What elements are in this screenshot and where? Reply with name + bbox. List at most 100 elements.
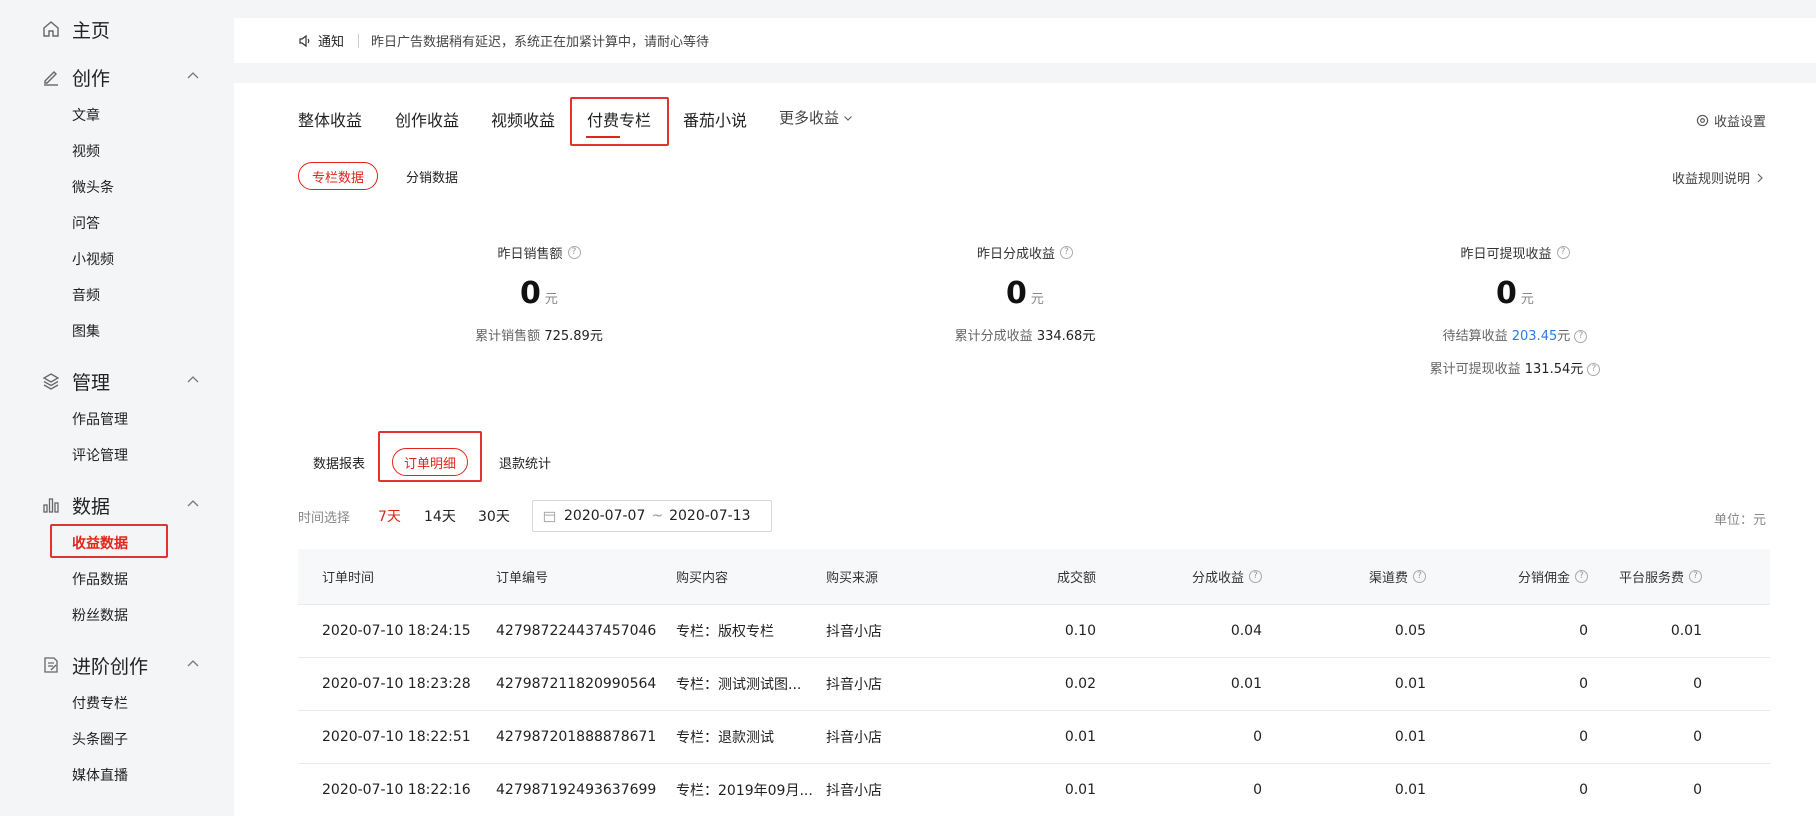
sidebar-item-short-video[interactable]: 小视频 [72,247,114,271]
tab-paid-column[interactable]: 付费专栏 [587,107,651,131]
col-header-source: 购买来源 [826,571,879,586]
stat-share-value-row: 0元 [865,276,1185,311]
main-panel: 整体收益 创作收益 视频收益 付费专栏 番茄小说 更多收益 收益设置 专栏数据 … [234,83,1816,816]
revenue-settings-link[interactable]: 收益设置 [1696,111,1766,130]
nav-group-data[interactable]: 数据 [40,490,200,520]
sidebar-item-media-live[interactable]: 媒体直播 [72,763,128,787]
chevron-up-icon[interactable] [186,496,200,515]
subtab-column-data[interactable]: 专栏数据 [298,162,378,190]
nav-home[interactable]: 主页 [40,14,200,44]
col-header-split: 分成收益? [1096,567,1262,586]
tab-video-revenue[interactable]: 视频收益 [491,107,555,131]
col-header-distribution-commission: 分销佣金? [1426,567,1588,586]
tab-overall-revenue[interactable]: 整体收益 [298,107,362,131]
unit-text: 单位：元 [1714,513,1767,528]
chevron-up-icon[interactable] [186,656,200,675]
cell-channel-fee: 0.01 [1394,729,1426,745]
cell-channel-fee: 0.01 [1394,676,1426,692]
cell-amount: 0.10 [1064,623,1096,639]
stat-sales-value: 0 [520,276,541,311]
range-7-days[interactable]: 7天 [378,506,401,526]
stat-share-label-row: 昨日分成收益 ? [977,243,1073,262]
cell-split: 0.04 [1230,623,1262,639]
date-start: 2020-07-07 [564,508,646,524]
calendar-icon [543,510,556,523]
help-icon[interactable]: ? [1556,246,1570,259]
sidebar-item-toutiao-circle[interactable]: 头条圈子 [72,727,128,751]
stat-withdraw-value-row: 0元 [1355,276,1675,311]
revenue-settings-label: 收益设置 [1714,115,1767,130]
stat-withdraw-pending-value[interactable]: 203.45 [1512,329,1558,344]
chevron-up-icon[interactable] [186,372,200,391]
help-icon[interactable]: ? [1060,246,1073,259]
stat-share-unit: 元 [1030,292,1044,307]
stat-withdraw-value: 0 [1496,276,1517,311]
nav-group-manage[interactable]: 管理 [40,366,200,396]
sidebar-item-audio[interactable]: 音频 [72,283,100,307]
nav-group-advanced-label: 进阶创作 [72,655,149,678]
sidebar-item-qa[interactable]: 问答 [72,211,100,235]
range-14-days[interactable]: 14天 [424,506,456,526]
cell-distribution: 0 [1579,729,1588,745]
sidebar-item-article[interactable]: 文章 [72,103,100,127]
cell-source: 抖音小店 [826,730,882,746]
help-icon[interactable]: ? [1249,570,1262,583]
cell-amount: 0.02 [1064,676,1096,692]
sidebar-item-micro-post[interactable]: 微头条 [72,175,114,199]
stat-withdraw-unit: 元 [1520,292,1534,307]
tab-more-revenue-label: 更多收益 [779,109,840,127]
subtab-distribution-data[interactable]: 分销数据 [392,162,472,190]
tab-tomato-novel[interactable]: 番茄小说 [683,107,747,131]
report-tab-order-detail[interactable]: 订单明细 [392,448,468,476]
tab-active-underline [586,136,620,138]
help-icon[interactable]: ? [1689,570,1702,583]
help-icon[interactable]: ? [1574,330,1588,343]
speaker-icon [298,34,312,48]
help-icon[interactable]: ? [1575,570,1588,583]
notice-text: 昨日广告数据稍有延迟，系统正在加紧计算中，请耐心等待 [371,35,710,50]
date-range-picker[interactable]: 2020-07-07 ~ 2020-07-13 [532,500,772,532]
cell-split: 0 [1253,782,1262,798]
stat-withdraw-total: 累计可提现收益 131.54元 ? [1355,358,1675,377]
tab-more-revenue[interactable]: 更多收益 [779,107,853,128]
nav-group-advanced[interactable]: 进阶创作 [40,650,200,680]
sidebar: 主页 创作 文章 视频 微头条 问答 小视频 音频 图集 管理 作品管理 评论管… [0,0,234,816]
tab-creation-revenue[interactable]: 创作收益 [395,107,459,131]
sidebar-item-works-data[interactable]: 作品数据 [72,567,128,591]
cell-order-no: 427987211820990564 [496,676,657,692]
cell-order-no: 427987224437457046 [496,623,657,639]
sidebar-item-video[interactable]: 视频 [72,139,100,163]
report-tab-refund-stats[interactable]: 退款统计 [490,448,560,476]
col-header-channel-fee: 渠道费? [1262,567,1426,586]
sidebar-item-gallery[interactable]: 图集 [72,319,100,343]
nav-group-create-label: 创作 [72,67,111,90]
help-icon[interactable]: ? [1413,570,1426,583]
range-30-days[interactable]: 30天 [478,506,510,526]
sidebar-item-paid-column[interactable]: 付费专栏 [72,691,128,715]
pencil-icon [40,66,62,88]
nav-group-create[interactable]: 创作 [40,62,200,92]
nav-home-label: 主页 [72,19,111,42]
cell-content: 专栏：2019年09月... [676,783,813,799]
chevron-up-icon[interactable] [186,68,200,87]
stat-share-sub-label: 累计分成收益 [954,329,1033,344]
sidebar-item-fans-data[interactable]: 粉丝数据 [72,603,128,627]
table-row: 2020-07-10 18:22:16 427987192493637699 专… [298,764,1770,816]
cell-content: 专栏：退款测试 [676,730,774,746]
report-tab-data-report[interactable]: 数据报表 [304,448,374,476]
help-icon[interactable]: ? [1587,363,1601,376]
col-header-amount: 成交额 [986,567,1096,586]
cell-split: 0 [1253,729,1262,745]
chevron-down-icon [843,109,853,127]
stat-share-value: 0 [1006,276,1027,311]
stat-withdraw-total-label: 累计可提现收益 [1429,362,1521,377]
sidebar-item-works-manage[interactable]: 作品管理 [72,407,128,431]
cell-amount: 0.01 [1064,729,1096,745]
table-row: 2020-07-10 18:22:51 427987201888878671 专… [298,711,1770,764]
stat-sales-sub: 累计销售额 725.89元 [379,325,699,344]
help-icon[interactable]: ? [567,246,581,259]
sidebar-item-comments-manage[interactable]: 评论管理 [72,443,128,467]
revenue-rules-link[interactable]: 收益规则说明 [1672,168,1764,187]
sidebar-item-revenue-data[interactable]: 收益数据 [72,531,128,555]
date-separator: ~ [651,508,664,524]
